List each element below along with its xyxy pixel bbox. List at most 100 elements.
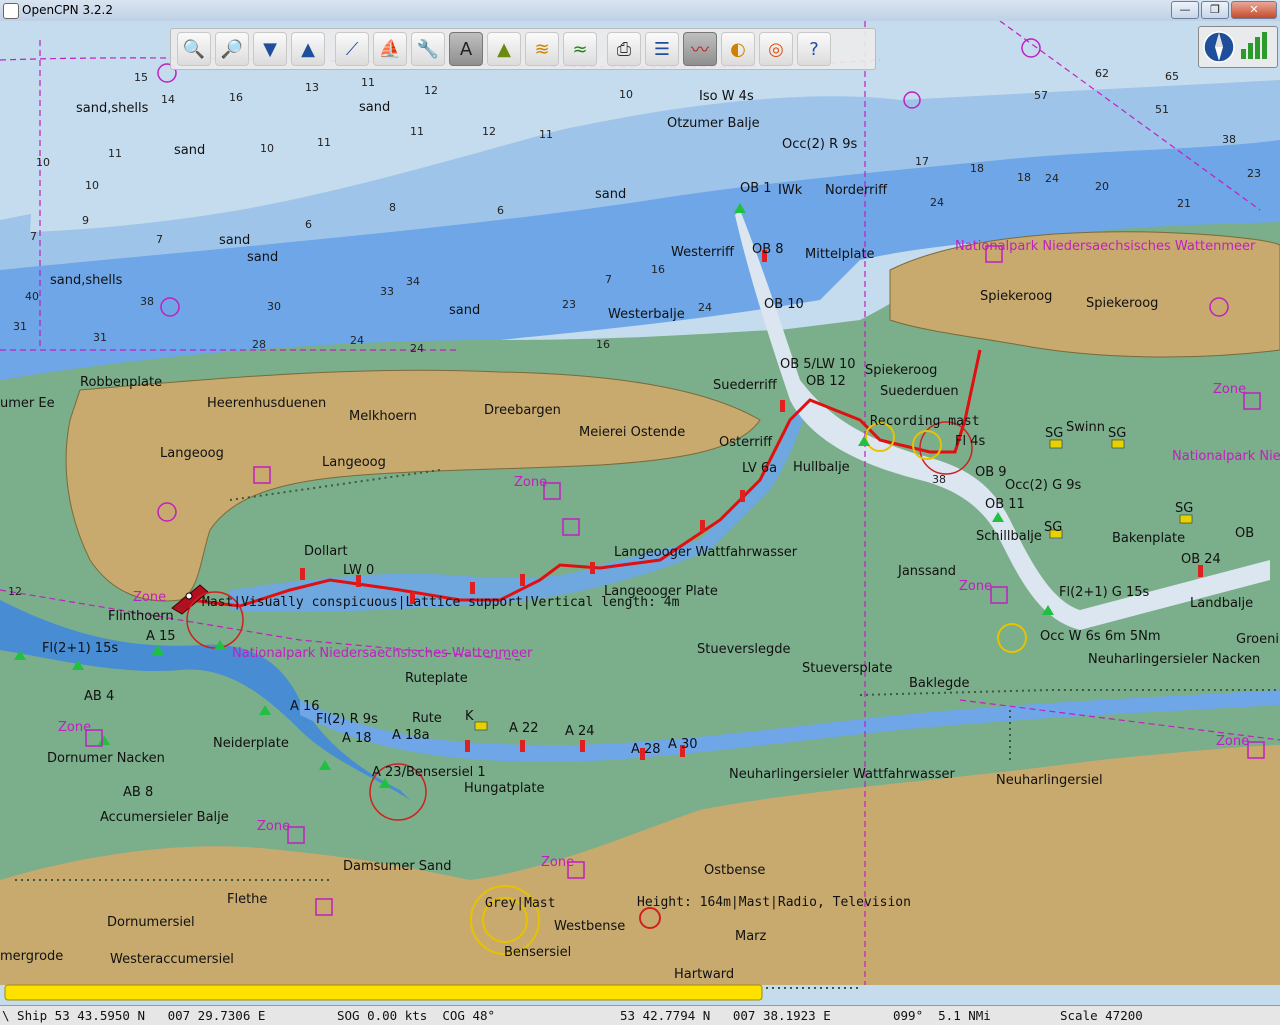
light-label: K <box>465 709 474 724</box>
svg-text:33: 33 <box>380 285 394 298</box>
label-spiekeroog-1: Spiekeroog <box>980 289 1052 304</box>
follow-ship-button[interactable]: ⛵ <box>373 32 407 66</box>
label-damsumer-sand: Damsumer Sand <box>343 859 452 874</box>
maximize-button[interactable]: ❐ <box>1201 1 1229 19</box>
label-sand-shells: sand,shells <box>76 101 149 116</box>
light-label: A 18 <box>342 731 372 746</box>
tide-button[interactable]: ≈ <box>563 32 597 66</box>
light-label: A 23/Bensersiel 1 <box>372 765 486 780</box>
current-icon: ≋ <box>534 38 550 60</box>
light-label: OB 11 <box>985 497 1025 512</box>
compass-icon <box>1203 31 1267 63</box>
label-westbense: Westbense <box>554 919 625 934</box>
svg-text:21: 21 <box>1177 197 1191 210</box>
label-dornumer-nacken: Dornumer Nacken <box>47 751 165 766</box>
label-melkhoern: Melkhoern <box>349 409 417 424</box>
light-label: OB 24 <box>1181 552 1221 567</box>
scale-out-button[interactable]: ▲ <box>291 32 325 66</box>
label-spiekeroog-2: Spiekeroog <box>1086 296 1158 311</box>
speed-course: SOG 0.00 kts COG 48° <box>337 1008 496 1023</box>
svg-text:16: 16 <box>229 91 243 104</box>
svg-text:30: 30 <box>267 300 281 313</box>
label-mittelplate: Mittelplate <box>805 247 875 262</box>
wrench-icon: 🔧 <box>416 38 440 60</box>
svg-text:6: 6 <box>497 204 504 217</box>
print-button[interactable]: ⎙ <box>607 32 641 66</box>
label-stueversplate: Stueversplate <box>802 661 892 676</box>
svg-text:18: 18 <box>1017 171 1031 184</box>
compass-widget[interactable] <box>1198 26 1278 68</box>
zoom-out-icon: 🔎 <box>220 38 244 60</box>
label-sand: sand <box>174 143 205 158</box>
scale-in-button[interactable]: ▼ <box>253 32 287 66</box>
tide-icon: ≈ <box>572 38 588 60</box>
zoom-out-button[interactable]: 🔎 <box>215 32 249 66</box>
chart-canvas[interactable]: Robbenplate umer Ee Heerenhusduenen Melk… <box>0 21 1280 1008</box>
color-scheme-button[interactable]: ◐ <box>721 32 755 66</box>
print-icon: ⎙ <box>616 38 632 60</box>
svg-text:10: 10 <box>85 179 99 192</box>
light-label: OB 12 <box>806 374 846 389</box>
mob-button[interactable]: ◎ <box>759 32 793 66</box>
label-westeraccumersiel: Westeraccumersiel <box>110 952 234 967</box>
label-baklegde: Baklegde <box>909 676 970 691</box>
app-icon <box>3 3 19 19</box>
svg-text:9: 9 <box>82 214 89 227</box>
svg-text:24: 24 <box>930 196 944 209</box>
label-swinn: Swinn <box>1066 420 1105 435</box>
label-langeoog-1: Langeoog <box>160 446 224 461</box>
svg-text:65: 65 <box>1165 70 1179 83</box>
light-label: OB 1 <box>740 181 772 196</box>
label-neiderplate: Neiderplate <box>213 736 289 751</box>
ais-button[interactable]: ▲ <box>487 32 521 66</box>
label-neuharlingersiel: Neuharlingersiel <box>996 773 1103 788</box>
label-neuharlingersieler-wattfahrwasser: Neuharlingersieler Wattfahrwasser <box>729 767 955 782</box>
svg-text:38: 38 <box>932 473 946 486</box>
label-spiekeroog-3: Spiekeroog <box>865 363 937 378</box>
label-janssand: Janssand <box>897 564 956 579</box>
text-toggle-button[interactable]: A <box>449 32 483 66</box>
light-label: Fl(2+1) G 15s <box>1059 585 1150 600</box>
settings-button[interactable]: 🔧 <box>411 32 445 66</box>
light-label: OB 5/LW 10 <box>780 357 856 372</box>
zoom-in-button[interactable]: 🔍 <box>177 32 211 66</box>
height-object-label: Height: 164m|Mast|Radio, Television <box>637 895 911 910</box>
svg-text:20: 20 <box>1095 180 1109 193</box>
svg-text:62: 62 <box>1095 67 1109 80</box>
minimize-button[interactable]: — <box>1171 1 1199 19</box>
label-langeooger-wattfahrwasser: Langeooger Wattfahrwasser <box>614 545 798 560</box>
svg-text:12: 12 <box>424 84 438 97</box>
current-button[interactable]: ≋ <box>525 32 559 66</box>
svg-text:11: 11 <box>410 125 424 138</box>
route-button[interactable]: ⟋ <box>335 32 369 66</box>
label-bensersiel: Bensersiel <box>504 945 571 960</box>
svg-text:24: 24 <box>410 342 424 355</box>
route-manager-button[interactable]: ☰ <box>645 32 679 66</box>
svg-text:15: 15 <box>134 71 148 84</box>
light-label: Occ(2) G 9s <box>1005 478 1082 493</box>
zone-label: Zone <box>1216 734 1249 749</box>
help-icon: ? <box>809 38 819 60</box>
label-neuharlingersieler-nacken: Neuharlingersieler Nacken <box>1088 652 1260 667</box>
label-westerbalje: Westerbalje <box>608 307 685 322</box>
svg-text:18: 18 <box>970 162 984 175</box>
label-meierei-ostende: Meierei Ostende <box>579 425 685 440</box>
light-label: AB 4 <box>84 689 114 704</box>
svg-text:31: 31 <box>13 320 27 333</box>
lifebuoy-icon: ◎ <box>768 38 784 60</box>
svg-text:11: 11 <box>108 147 122 160</box>
svg-text:31: 31 <box>93 331 107 344</box>
label-langeoog-2: Langeoog <box>322 455 386 470</box>
label-robbenplate: Robbenplate <box>80 375 162 390</box>
label-accumersieler-balje: Accumersieler Balje <box>100 810 229 825</box>
svg-text:16: 16 <box>651 263 665 276</box>
light-label: A 15 <box>146 629 176 644</box>
light-label: A 30 <box>668 737 698 752</box>
track-button[interactable]: 〰 <box>683 32 717 66</box>
light-label: Occ(2) R 9s <box>782 137 858 152</box>
close-button[interactable]: ✕ <box>1231 1 1277 19</box>
title-bar: OpenCPN 3.2.2 — ❐ ✕ <box>0 0 1280 22</box>
light-label: OB 9 <box>975 465 1007 480</box>
help-button[interactable]: ? <box>797 32 831 66</box>
status-bar: \ Ship 53 43.5950 N 007 29.7306 E SOG 0.… <box>0 1005 1280 1025</box>
